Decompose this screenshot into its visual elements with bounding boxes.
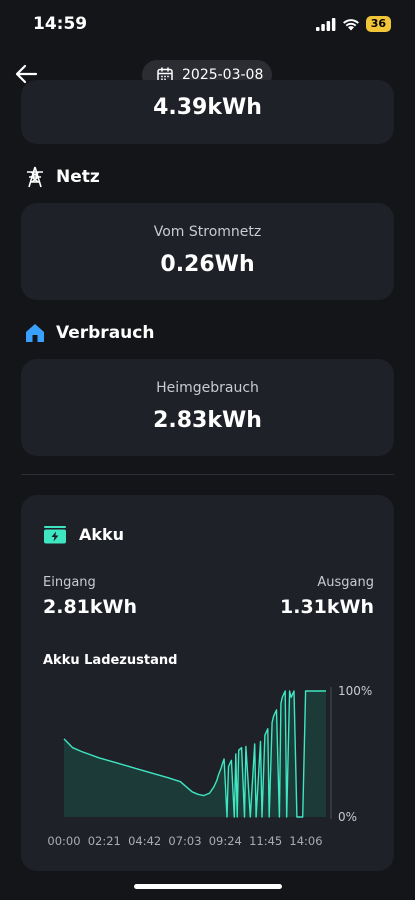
section-divider [21, 474, 394, 475]
battery-charging-icon [44, 525, 66, 543]
soc-chart-svg: 100% 0% 00:00 02:21 04:42 07:03 09:24 11:45 14:… [47, 684, 372, 848]
netz-card: Vom Stromnetz 0.26Wh [21, 203, 394, 300]
akku-title: Akku [79, 525, 125, 544]
x-tick-label: 00:00 [47, 834, 80, 848]
netz-section-title: Netz [24, 166, 100, 188]
y-tick-label: 100% [338, 684, 372, 698]
battery-indicator: 36 [365, 16, 391, 32]
x-tick-label: 09:24 [209, 834, 242, 848]
netz-title: Netz [56, 167, 100, 187]
x-tick-label: 02:21 [88, 834, 121, 848]
solar-card: 4.39kWh [21, 80, 394, 144]
eingang-value: 2.81kWh [43, 596, 137, 618]
soc-chart: 100% 0% 00:00 02:21 04:42 07:03 09:24 11:45 14:… [21, 675, 394, 855]
status-time: 14:59 [33, 14, 88, 34]
verbrauch-section-title: Verbrauch [24, 322, 154, 344]
verbrauch-label: Heimgebrauch [156, 380, 259, 396]
power-tower-icon [27, 166, 43, 188]
x-tick-label: 14:06 [289, 834, 322, 848]
netz-label: Vom Stromnetz [153, 224, 262, 240]
ausgang-value: 1.31kWh [280, 596, 374, 618]
akku-title-row: Akku [43, 525, 124, 544]
x-tick-label: 07:03 [168, 834, 201, 848]
eingang-label: Eingang [43, 575, 96, 590]
signal-icon [315, 17, 336, 31]
x-tick-label: 04:42 [128, 834, 161, 848]
ausgang-label: Ausgang [317, 575, 374, 590]
status-icons: 36 [315, 16, 391, 32]
home-indicator [134, 884, 282, 889]
verbrauch-value: 2.83kWh [153, 408, 262, 433]
chart-title: Akku Ladezustand [43, 653, 178, 668]
verbrauch-title: Verbrauch [56, 323, 155, 343]
house-icon [26, 324, 44, 342]
wifi-icon [342, 18, 359, 30]
netz-value: 0.26Wh [160, 252, 255, 277]
x-tick-label: 11:45 [249, 834, 282, 848]
solar-value: 4.39kWh [153, 95, 262, 120]
y-tick-label: 0% [338, 810, 357, 824]
status-bar: 14:59 36 [0, 0, 415, 52]
verbrauch-card: Heimgebrauch 2.83kWh [21, 359, 394, 456]
akku-card: Akku Eingang 2.81kWh Ausgang 1.31kWh Akk… [21, 495, 394, 871]
